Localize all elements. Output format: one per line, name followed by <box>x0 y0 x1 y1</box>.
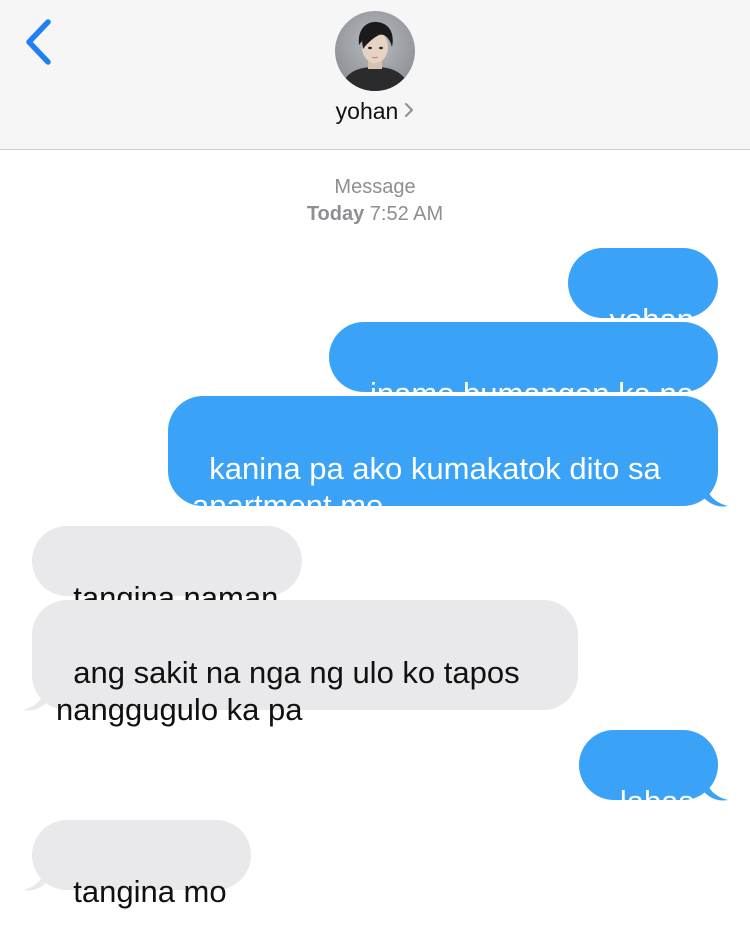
message-bubble-outgoing[interactable]: yohan <box>568 248 718 337</box>
message-bubble-outgoing[interactable]: labas <box>578 730 718 819</box>
bubble-tail-incoming <box>23 682 47 711</box>
message-text: kanina pa ako kumakatok dito sa apartmen… <box>192 451 661 523</box>
message-bubble-incoming[interactable]: tangina naman <box>32 526 303 615</box>
time-label: 7:52 AM <box>369 203 444 225</box>
contact-name: yohan <box>335 98 399 124</box>
message-text: labas <box>619 784 694 819</box>
message-bubble-outgoing[interactable]: kanina pa ako kumakatok dito sa apartmen… <box>168 396 718 523</box>
message-bubble-outgoing[interactable]: inamo bumangon ka na <box>328 322 718 411</box>
avatar-photo <box>335 11 415 91</box>
date-time-label: Today 7:52 AM <box>0 201 750 228</box>
message-text: ang sakit na nga ng ulo ko tapos nanggug… <box>56 655 520 727</box>
bubble-tail-outgoing <box>704 772 728 801</box>
thread-timestamp: Message Today 7:52 AM <box>0 174 750 228</box>
message-bubble-incoming[interactable]: tangina mo <box>32 820 251 909</box>
message-bubble-incoming[interactable]: ang sakit na nga ng ulo ko tapos nanggug… <box>32 600 578 727</box>
back-button[interactable] <box>18 16 62 68</box>
contact-avatar[interactable] <box>335 11 415 91</box>
date-label: Today <box>306 203 365 225</box>
chevron-right-icon <box>404 97 414 124</box>
service-label: Message <box>334 176 416 198</box>
contact-name-button[interactable]: yohan <box>0 98 750 126</box>
bubble-tail-incoming <box>23 862 47 891</box>
message-text: tangina mo <box>73 874 227 909</box>
chevron-left-icon <box>26 19 51 65</box>
bubble-tail-outgoing <box>704 478 728 507</box>
conversation-header: yohan <box>0 0 750 150</box>
